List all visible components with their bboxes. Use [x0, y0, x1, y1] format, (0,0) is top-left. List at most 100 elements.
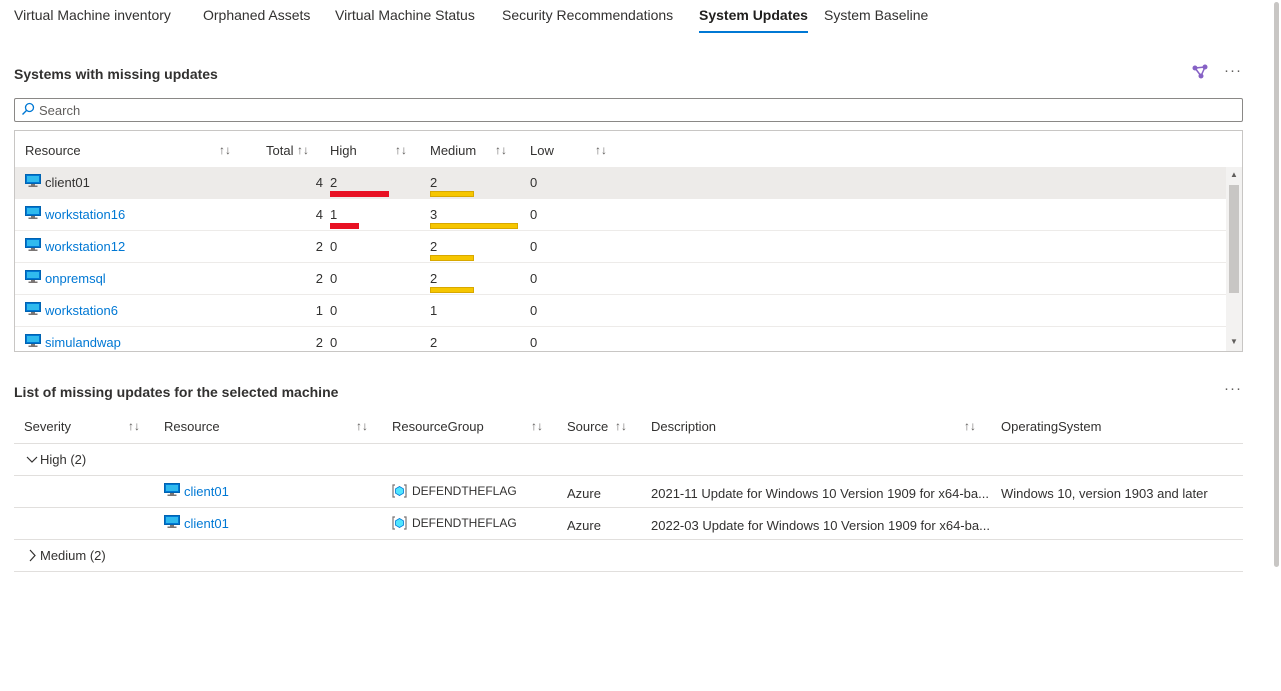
tab-system-updates[interactable]: System Updates: [699, 7, 808, 33]
table-row[interactable]: client01 DEFENDTHEFLAG Azure 2022-03 Update…: [14, 508, 1243, 540]
medium-count: 2: [430, 239, 438, 254]
tab-bar: Virtual Machine inventory Orphaned Asset…: [0, 0, 1270, 34]
sort-icon-total[interactable]: ↑↓: [297, 143, 309, 157]
grid-scrollbar-thumb[interactable]: [1229, 185, 1239, 293]
high-bar: [330, 191, 389, 197]
group-row-high[interactable]: High (2): [14, 444, 1243, 476]
medium-count: 3: [430, 207, 438, 222]
virtual-machine-icon: [25, 174, 41, 187]
resource-link[interactable]: client01: [45, 175, 90, 190]
chevron-down-icon[interactable]: [26, 455, 38, 465]
total-count: 2: [315, 335, 323, 350]
virtual-machine-icon: [25, 238, 41, 251]
tab-security-recommendations[interactable]: Security Recommendations: [502, 7, 673, 23]
tab-orphaned-assets[interactable]: Orphaned Assets: [203, 7, 310, 23]
col-header-description[interactable]: Description: [651, 419, 716, 434]
total-count: 2: [315, 239, 323, 254]
col-header-medium[interactable]: Medium: [430, 143, 476, 158]
medium-bar: [430, 223, 518, 229]
sort-icon-severity[interactable]: ↑↓: [128, 419, 140, 433]
systems-grid: Resource ↑↓ Total ↑↓ High ↑↓ Medium ↑↓ L…: [14, 130, 1243, 352]
col-header-source[interactable]: Source: [567, 419, 608, 434]
systems-missing-updates-title: Systems with missing updates: [14, 66, 218, 82]
page-scrollbar-thumb[interactable]: [1274, 2, 1279, 567]
group-row-medium[interactable]: Medium (2): [14, 540, 1243, 572]
table-row[interactable]: workstation12 2 0 2 0: [15, 231, 1226, 263]
col-header-total[interactable]: Total: [266, 143, 293, 158]
updates-grid-header: Severity ↑↓ Resource ↑↓ ResourceGroup ↑↓…: [14, 412, 1243, 444]
col-header-low[interactable]: Low: [530, 143, 554, 158]
chevron-right-icon[interactable]: [28, 549, 38, 562]
high-count: 1: [330, 207, 338, 222]
missing-updates-list-title: List of missing updates for the selected…: [14, 384, 339, 400]
medium-count: 1: [430, 303, 438, 318]
high-count: 2: [330, 175, 338, 190]
medium-count: 2: [430, 335, 438, 350]
top-more-options[interactable]: ···: [1224, 62, 1242, 79]
total-count: 2: [315, 271, 323, 286]
tab-virtual-machine-inventory[interactable]: Virtual Machine inventory: [14, 7, 171, 23]
total-count: 4: [315, 175, 323, 190]
group-label-high: High (2): [40, 452, 87, 467]
col-header-resource2[interactable]: Resource: [164, 419, 220, 434]
virtual-machine-icon: [164, 483, 180, 496]
col-header-high[interactable]: High: [330, 143, 357, 158]
resource-link[interactable]: workstation16: [45, 207, 125, 222]
medium-count: 2: [430, 271, 438, 286]
high-count: 0: [330, 271, 338, 286]
resource-group-name: DEFENDTHEFLAG: [412, 484, 517, 498]
scroll-down-arrow-icon[interactable]: ▼: [1230, 337, 1238, 346]
resource-group-icon: [392, 484, 407, 498]
scroll-up-arrow-icon[interactable]: ▲: [1230, 170, 1238, 179]
sort-icon-medium[interactable]: ↑↓: [495, 143, 507, 157]
medium-bar: [430, 351, 474, 352]
total-count: 1: [315, 303, 323, 318]
sort-icon-resource-group[interactable]: ↑↓: [531, 419, 543, 433]
high-count: 0: [330, 239, 338, 254]
grid-scrollbar[interactable]: ▲ ▼: [1226, 167, 1242, 351]
group-label-medium: Medium (2): [40, 548, 106, 563]
sort-icon-source[interactable]: ↑↓: [615, 419, 627, 433]
col-header-operating-system[interactable]: OperatingSystem: [1001, 419, 1101, 434]
search-icon: [22, 102, 35, 115]
resource-link[interactable]: workstation6: [45, 303, 118, 318]
sort-icon-high[interactable]: ↑↓: [395, 143, 407, 157]
medium-count: 2: [430, 175, 438, 190]
table-row[interactable]: simulandwap 2 0 2 0: [15, 327, 1226, 352]
table-row[interactable]: client01 DEFENDTHEFLAG Azure 2021-11 Update…: [14, 476, 1243, 508]
col-header-severity[interactable]: Severity: [24, 419, 71, 434]
high-count: 0: [330, 303, 338, 318]
low-count: 0: [530, 271, 538, 286]
search-box[interactable]: [14, 98, 1243, 122]
virtual-machine-icon: [164, 515, 180, 528]
page-scrollbar[interactable]: [1272, 0, 1281, 691]
sort-icon-low[interactable]: ↑↓: [595, 143, 607, 157]
bottom-more-options[interactable]: ···: [1224, 380, 1242, 397]
medium-bar: [430, 287, 474, 293]
resource-link[interactable]: client01: [184, 484, 229, 499]
table-row[interactable]: workstation6 1 0 1 0: [15, 295, 1226, 327]
resource-link[interactable]: workstation12: [45, 239, 125, 254]
resource-link[interactable]: onpremsql: [45, 271, 106, 286]
sort-icon-resource2[interactable]: ↑↓: [356, 419, 368, 433]
os-value: Windows 10, version 1903 and later: [1001, 486, 1208, 501]
col-header-resource-group[interactable]: ResourceGroup: [392, 419, 484, 434]
tab-virtual-machine-status[interactable]: Virtual Machine Status: [335, 7, 475, 23]
virtual-machine-icon: [25, 270, 41, 283]
resource-link[interactable]: client01: [184, 516, 229, 531]
sort-icon-resource[interactable]: ↑↓: [219, 143, 231, 157]
table-row[interactable]: workstation16 4 1 3 0: [15, 199, 1226, 231]
tab-system-baseline[interactable]: System Baseline: [824, 7, 928, 23]
search-input[interactable]: [39, 101, 1229, 119]
resource-link[interactable]: simulandwap: [45, 335, 121, 350]
source-value: Azure: [567, 486, 601, 501]
high-bar: [330, 223, 359, 229]
col-header-resource[interactable]: Resource: [25, 143, 81, 158]
table-row[interactable]: onpremsql 2 0 2 0: [15, 263, 1226, 295]
sort-icon-description[interactable]: ↑↓: [964, 419, 976, 433]
total-count: 4: [315, 207, 323, 222]
description-value: 2021-11 Update for Windows 10 Version 19…: [651, 486, 989, 501]
low-count: 0: [530, 303, 538, 318]
share-icon[interactable]: [1191, 64, 1209, 80]
table-row[interactable]: client01 4 2 2 0: [15, 167, 1226, 199]
